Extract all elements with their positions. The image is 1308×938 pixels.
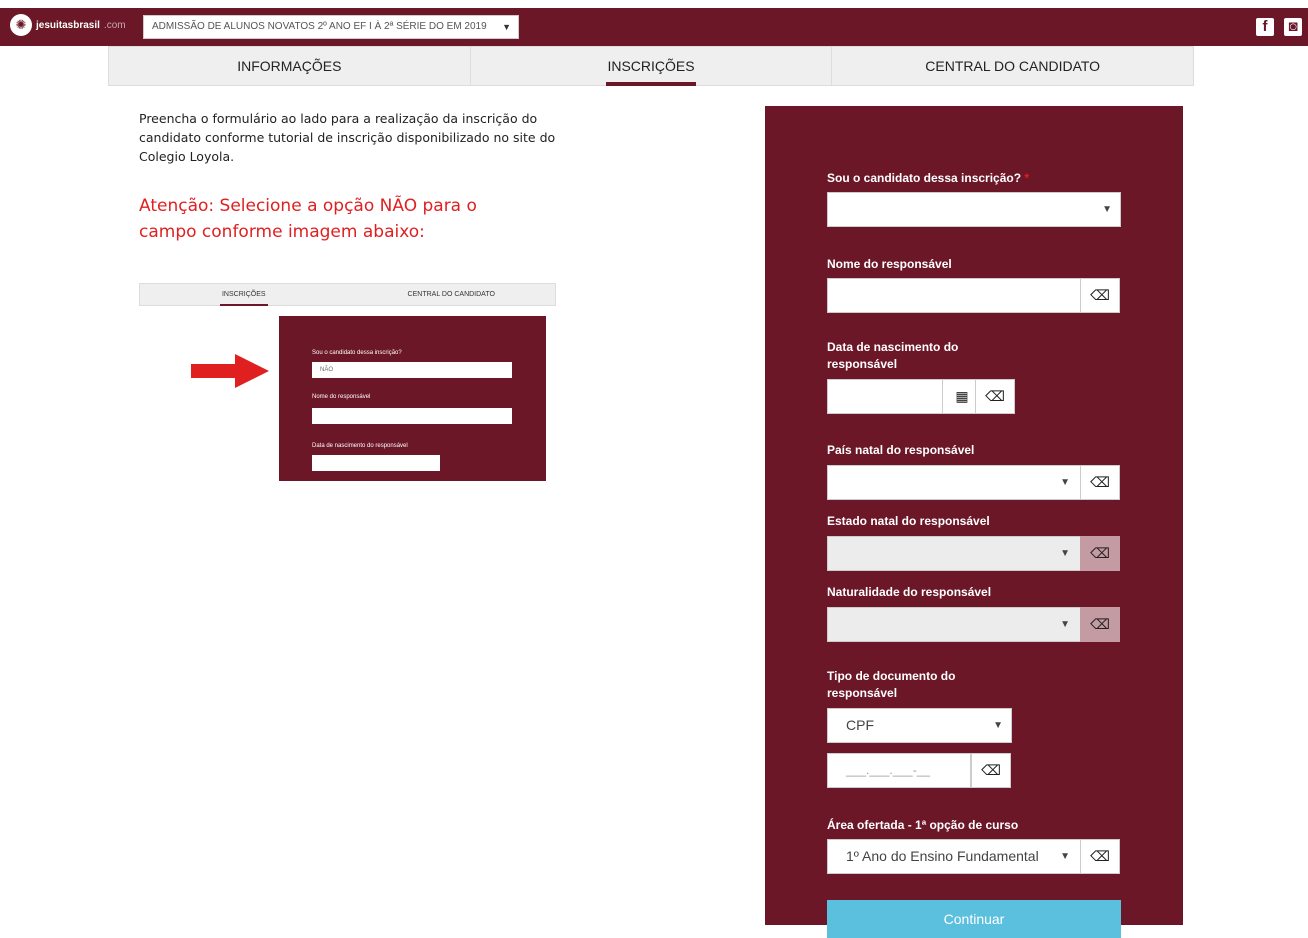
chevron-down-icon: ▼ xyxy=(1060,851,1070,862)
document-number-placeholder: ___.___.___-__ xyxy=(846,763,931,777)
tutorial-tab-central: CENTRAL DO CANDIDATO xyxy=(407,291,495,298)
tutorial-name-input xyxy=(312,408,512,424)
intro-text: Preencha o formulário ao lado para a rea… xyxy=(139,111,556,164)
chevron-down-icon: ▼ xyxy=(1060,548,1070,559)
document-type-value: CPF xyxy=(846,717,874,733)
logo-icon: ✺ xyxy=(10,14,32,36)
eraser-icon[interactable]: ⌫ xyxy=(1080,839,1120,874)
country-select[interactable]: ▼ xyxy=(827,465,1081,500)
tutorial-form-panel: Sou o candidato dessa inscrição? NÃO Nom… xyxy=(279,316,546,481)
city-label: Naturalidade do responsável xyxy=(827,585,992,599)
tutorial-name-label: Nome do responsável xyxy=(312,394,371,400)
facebook-icon[interactable]: f xyxy=(1256,18,1274,36)
chevron-down-icon: ▼ xyxy=(1102,204,1112,215)
brand-domain: .com xyxy=(103,19,126,31)
continue-button[interactable]: Continuar xyxy=(827,900,1121,938)
eraser-icon[interactable]: ⌫ xyxy=(971,753,1011,788)
tutorial-candidate-label: Sou o candidato dessa inscrição? xyxy=(312,350,402,356)
warning-text: Atenção: Selecione a opção NÃO para o ca… xyxy=(139,196,477,242)
eraser-icon[interactable]: ⌫ xyxy=(1080,536,1120,571)
eraser-icon[interactable]: ⌫ xyxy=(975,379,1015,414)
course-area-label: Área ofertada - 1ª opção de curso xyxy=(827,818,1019,832)
guardian-name-label: Nome do responsável xyxy=(827,257,952,271)
country-label: País natal do responsável xyxy=(827,443,975,457)
social-links: f ◙ xyxy=(1256,18,1302,36)
eraser-icon[interactable]: ⌫ xyxy=(1080,607,1120,642)
chevron-down-icon: ▼ xyxy=(993,720,1003,731)
tutorial-birth-input xyxy=(312,455,440,471)
city-select[interactable]: ▼ xyxy=(827,607,1081,642)
guardian-birth-input[interactable] xyxy=(827,379,943,414)
state-label: Estado natal do responsável xyxy=(827,514,990,528)
document-number-input[interactable]: ___.___.___-__ xyxy=(827,753,971,788)
brand-name: jesuitasbrasil xyxy=(36,19,100,31)
tutorial-image: INSCRIÇÕES CENTRAL DO CANDIDATO Sou o ca… xyxy=(139,280,556,482)
tab-central-do-candidato[interactable]: CENTRAL DO CANDIDATO xyxy=(832,47,1193,85)
tutorial-tab-inscricoes: INSCRIÇÕES xyxy=(140,284,348,305)
required-mark: * xyxy=(1024,171,1030,185)
course-select-value: ADMISSÃO DE ALUNOS NOVATOS 2º ANO EF I À… xyxy=(152,21,487,32)
chevron-down-icon: ▼ xyxy=(1060,477,1070,488)
document-type-label: Tipo de documento do responsável xyxy=(827,669,956,700)
document-type-select[interactable]: CPF ▼ xyxy=(827,708,1012,743)
registration-form: Sou o candidato dessa inscrição? * ▼ Nom… xyxy=(765,106,1183,938)
eraser-icon[interactable]: ⌫ xyxy=(1080,278,1120,313)
course-area-select[interactable]: 1º Ano do Ensino Fundamental ▼ xyxy=(827,839,1081,874)
tutorial-birth-label: Data de nascimento do responsável xyxy=(312,443,408,449)
instagram-icon[interactable]: ◙ xyxy=(1284,18,1302,36)
site-logo[interactable]: ✺ jesuitasbrasil .com xyxy=(10,14,126,36)
state-select[interactable]: ▼ xyxy=(827,536,1081,571)
candidate-select[interactable]: ▼ xyxy=(827,192,1121,227)
candidate-question-label: Sou o candidato dessa inscrição? * xyxy=(827,171,1030,185)
tutorial-candidate-value: NÃO xyxy=(312,362,512,378)
guardian-name-input[interactable] xyxy=(827,278,1081,313)
red-arrow-icon xyxy=(191,354,269,388)
chevron-down-icon: ▼ xyxy=(502,22,511,32)
course-select[interactable]: ADMISSÃO DE ALUNOS NOVATOS 2º ANO EF I À… xyxy=(143,15,519,39)
guardian-birth-label: Data de nascimento do responsável xyxy=(827,340,959,371)
tutorial-tabs: INSCRIÇÕES CENTRAL DO CANDIDATO xyxy=(139,283,556,306)
chevron-down-icon: ▼ xyxy=(1060,619,1070,630)
eraser-icon[interactable]: ⌫ xyxy=(1080,465,1120,500)
tab-inscricoes[interactable]: INSCRIÇÕES xyxy=(471,47,833,85)
course-area-value: 1º Ano do Ensino Fundamental xyxy=(846,848,1039,864)
main-tabs: INFORMAÇÕES INSCRIÇÕES CENTRAL DO CANDID… xyxy=(108,46,1194,86)
top-bar: ✺ jesuitasbrasil .com ADMISSÃO DE ALUNOS … xyxy=(0,8,1308,46)
tab-informacoes[interactable]: INFORMAÇÕES xyxy=(109,47,471,85)
